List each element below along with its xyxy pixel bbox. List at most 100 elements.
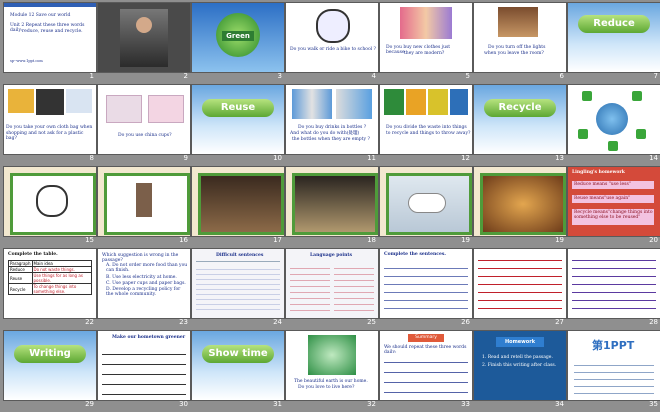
slide-thumbnail-17[interactable]: 17 bbox=[191, 166, 285, 248]
slide-thumbnail-28[interactable]: 28 bbox=[567, 248, 660, 330]
picture-frame bbox=[198, 173, 284, 235]
slide-canvas bbox=[379, 166, 473, 237]
slide-thumbnail-10[interactable]: Reuse 10 bbox=[191, 84, 285, 166]
slide-thumbnail-32[interactable]: The beautiful earth is our home. Do you … bbox=[285, 330, 379, 412]
slide-thumbnail-16[interactable]: 16 bbox=[97, 166, 191, 248]
slide-text: Do you divide the waste into things bbox=[386, 125, 467, 130]
slide-canvas: Module 12 Save our world Unit 2 Repeat t… bbox=[3, 2, 97, 73]
slide-canvas bbox=[97, 2, 191, 73]
slide-canvas: Complete the sentences. bbox=[379, 248, 473, 319]
recycle-icon bbox=[632, 91, 642, 101]
slide-number: 30 bbox=[179, 400, 188, 408]
slide-canvas: Writing bbox=[3, 330, 97, 401]
slide-text: Reduce means "use less" bbox=[574, 182, 631, 187]
slide-text: A. Do not order more food than you can f… bbox=[106, 263, 188, 273]
slide-number: 31 bbox=[273, 400, 282, 408]
sky-background bbox=[192, 85, 284, 154]
slide-text: Language points bbox=[310, 253, 353, 258]
slide-text: Do you turn off the lights bbox=[488, 45, 546, 50]
divider bbox=[196, 261, 280, 262]
slide-thumbnail-4[interactable]: Do you walk or ride a bike to school ? 4 bbox=[285, 2, 379, 84]
cup-image bbox=[148, 95, 184, 123]
slide-thumbnail-9[interactable]: Do you use china cups? 9 bbox=[97, 84, 191, 166]
slide-text: Do you walk or ride a bike to school ? bbox=[290, 47, 376, 52]
slide-thumbnail-2[interactable]: 2 bbox=[97, 2, 191, 84]
sky-background bbox=[192, 331, 284, 400]
slide-text: The beautiful earth is our home. bbox=[294, 379, 368, 384]
slide-canvas: Homework 1. Read and retell the passage.… bbox=[473, 330, 567, 401]
slide-canvas: Reduce bbox=[567, 2, 660, 73]
slide-canvas: Reuse bbox=[191, 84, 285, 155]
bin-icon bbox=[450, 89, 468, 115]
slide-thumbnail-8[interactable]: Do you take your own cloth bag when shop… bbox=[3, 84, 97, 166]
slide-text: Do you take your own cloth bag when bbox=[6, 125, 93, 130]
slide-number: 13 bbox=[555, 154, 564, 162]
slide-number: 22 bbox=[85, 318, 94, 326]
slide-number: 15 bbox=[85, 236, 94, 244]
slide-thumbnail-15[interactable]: 15 bbox=[3, 166, 97, 248]
slide-thumbnail-25[interactable]: Language points 25 bbox=[285, 248, 379, 330]
slide-number: 29 bbox=[85, 400, 94, 408]
slide-thumbnail-12[interactable]: Do you divide the waste into things to r… bbox=[379, 84, 473, 166]
slide-thumbnail-6[interactable]: Do you turn off the lights when you leav… bbox=[473, 2, 567, 84]
slide-thumbnail-1[interactable]: Module 12 Save our world Unit 2 Repeat t… bbox=[3, 2, 97, 84]
slide-thumbnail-14[interactable]: 14 bbox=[567, 84, 660, 166]
bin-icon bbox=[428, 89, 448, 115]
slide-number: 8 bbox=[89, 154, 94, 162]
slide-number: 25 bbox=[367, 318, 376, 326]
slide-thumbnail-13[interactable]: Recycle 13 bbox=[473, 84, 567, 166]
slide-number: 16 bbox=[179, 236, 188, 244]
slide-text: shopping and not ask for a plastic bag? bbox=[6, 131, 84, 141]
slide-thumbnail-27[interactable]: 27 bbox=[473, 248, 567, 330]
slide-canvas: Which suggestion is wrong in the passage… bbox=[97, 248, 191, 319]
slide-number: 33 bbox=[461, 400, 470, 408]
slide-number: 10 bbox=[273, 154, 282, 162]
slide-thumbnail-20[interactable]: Lingling's homework Reduce means "use le… bbox=[567, 166, 660, 248]
picture-frame bbox=[292, 173, 378, 235]
slide-thumbnail-30[interactable]: Make our hometown greener 30 bbox=[97, 330, 191, 412]
slide-thumbnail-3[interactable]: Green 3 bbox=[191, 2, 285, 84]
table-cell: Recycle bbox=[8, 283, 33, 295]
slide-thumbnail-23[interactable]: Which suggestion is wrong in the passage… bbox=[97, 248, 191, 330]
slide-number: 1 bbox=[89, 72, 94, 80]
slide-thumbnail-34[interactable]: Homework 1. Read and retell the passage.… bbox=[473, 330, 567, 412]
slide-thumbnail-29[interactable]: Writing 29 bbox=[3, 330, 97, 412]
slide-text: Complete the table. bbox=[8, 252, 58, 257]
person-icon bbox=[136, 183, 152, 217]
slide-number: 12 bbox=[461, 154, 470, 162]
bag-image bbox=[8, 89, 34, 113]
slide-canvas bbox=[473, 166, 567, 237]
recycle-icon bbox=[582, 91, 592, 101]
summary-label: Summary bbox=[408, 334, 444, 342]
slide-canvas: Do you walk or ride a bike to school ? bbox=[285, 2, 379, 73]
slide-canvas: Show time bbox=[191, 330, 285, 401]
slide-thumbnail-35[interactable]: 第1PPT 35 bbox=[567, 330, 660, 412]
slide-thumbnail-31[interactable]: Show time 31 bbox=[191, 330, 285, 412]
slide-canvas: Complete the table. Paragraph Main idea R… bbox=[3, 248, 97, 319]
slide-text: Module 12 Save our world bbox=[10, 13, 71, 18]
slide-thumbnail-22[interactable]: Complete the table. Paragraph Main idea R… bbox=[3, 248, 97, 330]
slide-text: Complete the sentences. bbox=[384, 252, 446, 257]
slide-text: they are modern? bbox=[404, 51, 445, 56]
slide-thumbnail-19[interactable]: 19 bbox=[379, 166, 473, 248]
slide-thumbnail-11[interactable]: Do you buy drinks in bottles ? And what … bbox=[285, 84, 379, 166]
slide-number: 2 bbox=[183, 72, 188, 80]
table-cell: Reuse bbox=[8, 272, 33, 284]
slide-thumbnail-7[interactable]: Reduce 7 bbox=[567, 2, 660, 84]
slide-thumbnail-19b[interactable]: 19 bbox=[473, 166, 567, 248]
slide-thumbnail-24[interactable]: Difficult sentences 24 bbox=[191, 248, 285, 330]
slide-number: 24 bbox=[273, 318, 282, 326]
slide-text: C. Use paper cups and paper bags. bbox=[106, 281, 186, 286]
slide-text: 1. Read and retell the passage. bbox=[482, 355, 553, 360]
slide-thumbnail-5[interactable]: Do you buy new clothes just because they… bbox=[379, 2, 473, 84]
slide-canvas: Summary We should repeat these three wor… bbox=[379, 330, 473, 401]
slide-thumbnail-26[interactable]: Complete the sentences. 26 bbox=[379, 248, 473, 330]
person-icon bbox=[136, 17, 152, 33]
slide-thumbnail-18[interactable]: 18 bbox=[285, 166, 379, 248]
slide-number: 32 bbox=[367, 400, 376, 408]
slide-text: Which suggestion is wrong in the passage… bbox=[102, 253, 179, 263]
bag-image bbox=[66, 89, 92, 113]
slide-number: 7 bbox=[653, 72, 658, 80]
slide-number: 20 bbox=[649, 236, 658, 244]
slide-thumbnail-33[interactable]: Summary We should repeat these three wor… bbox=[379, 330, 473, 412]
